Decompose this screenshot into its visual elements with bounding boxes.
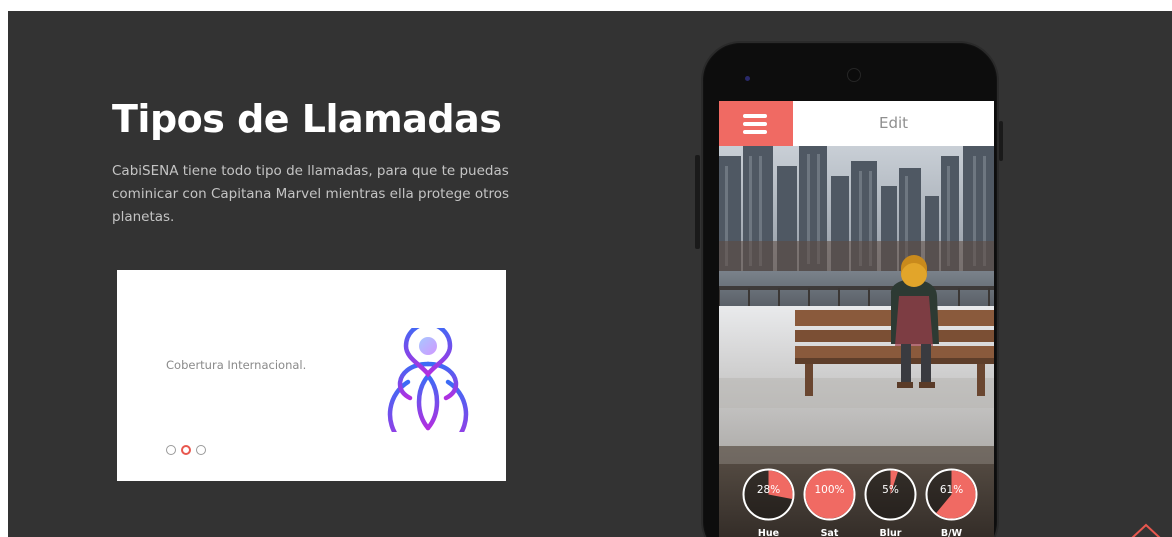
carousel-dots [166, 445, 206, 455]
features-section: Tipos de Llamadas CabiSENA tiene todo ti… [8, 11, 1172, 537]
section-description: CabiSENA tiene todo tipo de llamadas, pa… [112, 163, 509, 225]
bw-control[interactable]: 61% B/W [924, 467, 979, 537]
hue-label: Hue [757, 528, 780, 537]
menu-button[interactable] [719, 101, 793, 146]
section-title: Tipos de Llamadas [112, 97, 502, 141]
phone-sensor [847, 68, 861, 82]
saturation-value: 100% [814, 484, 845, 496]
phone-camera [745, 76, 750, 81]
bw-value: 61% [939, 484, 964, 496]
chevron-up-icon[interactable] [1130, 522, 1162, 537]
app-bar: Edit [719, 101, 994, 146]
phone-power-button [999, 121, 1003, 161]
carousel-dot-1[interactable] [166, 445, 176, 455]
globe-location-icon [383, 328, 473, 432]
hue-value: 28% [756, 484, 781, 496]
app-bar-title: Edit [878, 114, 909, 132]
bw-label: B/W [940, 528, 963, 537]
blur-control[interactable]: 5% Blur [863, 467, 918, 537]
blur-label: Blur [879, 528, 902, 537]
carousel-dot-3[interactable] [196, 445, 206, 455]
feature-carousel: Cobertura Internacional. [117, 270, 506, 481]
phone-side-button [695, 155, 700, 249]
hue-control[interactable]: 28% Hue [741, 467, 796, 537]
phone-screen: Edit 28% Hue 100% Sat 5% Blur 61% B/W [719, 101, 994, 537]
saturation-label: Sat [820, 528, 839, 537]
filter-controls: 28% Hue 100% Sat 5% Blur 61% B/W [741, 467, 981, 537]
saturation-control[interactable]: 100% Sat [802, 467, 857, 537]
blur-value: 5% [882, 484, 899, 496]
carousel-dot-2[interactable] [181, 445, 191, 455]
feature-text: Cobertura Internacional. [166, 358, 307, 372]
phone-mockup: Edit 28% Hue 100% Sat 5% Blur 61% B/W [701, 41, 999, 537]
